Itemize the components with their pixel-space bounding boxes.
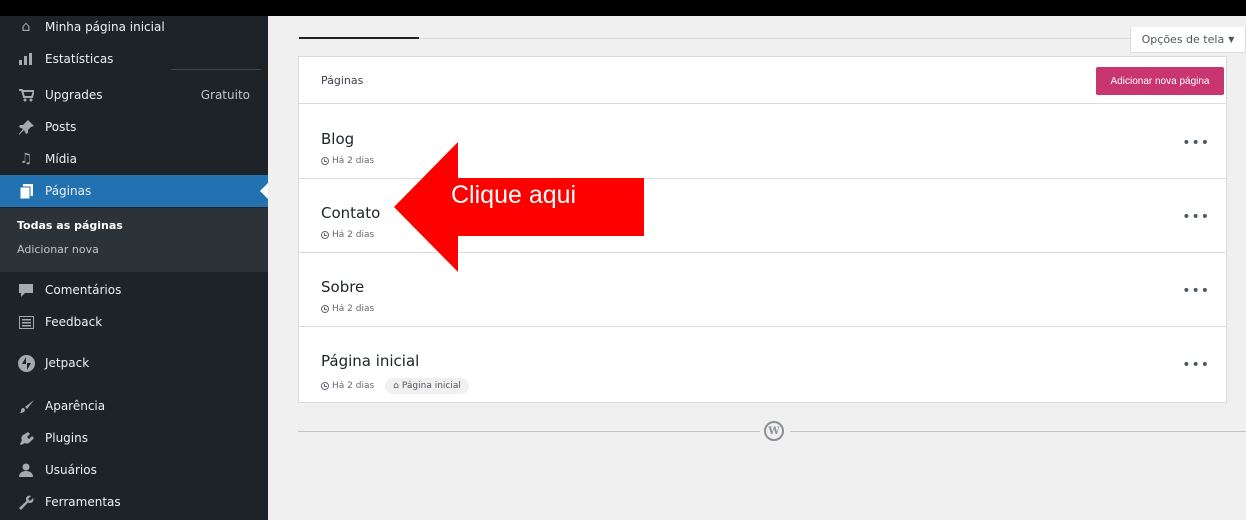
- screen-options-label: Opções de tela: [1141, 33, 1225, 46]
- page-meta: Há 2 dias ⌂ Página inicial: [321, 378, 469, 394]
- home-icon: ⌂: [21, 19, 31, 35]
- tabs-divider: [419, 38, 1246, 39]
- callout-arrow: Clique aqui: [394, 142, 644, 272]
- wordpress-logo-icon: W: [764, 421, 784, 441]
- chevron-down-icon: ▼: [1228, 35, 1235, 44]
- card-title: Páginas: [321, 74, 364, 87]
- submenu-add-new[interactable]: Adicionar nova: [17, 243, 99, 256]
- sidebar-item-label: Upgrades: [45, 88, 103, 102]
- sidebar-item-label: Posts: [45, 120, 77, 134]
- callout-text: Clique aqui: [451, 181, 577, 209]
- cart-icon: [17, 86, 35, 104]
- home-icon: ⌂: [393, 381, 399, 391]
- page-title[interactable]: Sobre: [321, 278, 364, 296]
- more-options-button[interactable]: •••: [1182, 357, 1210, 373]
- sidebar-item-stats[interactable]: Estatísticas: [0, 43, 268, 75]
- sidebar-item-label: Estatísticas: [45, 52, 114, 66]
- sidebar-separator: [171, 69, 261, 70]
- page-meta: Há 2 dias: [321, 230, 374, 240]
- pages-submenu: Todas as páginas Adicionar nova: [0, 208, 268, 272]
- sidebar-item-tools[interactable]: Ferramentas: [0, 486, 268, 518]
- comments-icon: [17, 281, 35, 299]
- page-date: Há 2 dias: [332, 304, 375, 314]
- more-options-button[interactable]: •••: [1182, 209, 1210, 225]
- page-title[interactable]: Contato: [321, 204, 380, 222]
- clock-icon: [321, 305, 329, 313]
- card-header: Páginas Adicionar nova página: [299, 57, 1226, 104]
- sidebar-item-label: Comentários: [45, 283, 122, 297]
- stats-icon: [17, 50, 35, 68]
- pin-icon: [17, 118, 35, 136]
- active-tab-indicator: [299, 37, 419, 39]
- sidebar-item-label: Jetpack: [45, 356, 90, 370]
- page-meta: Há 2 dias: [321, 156, 374, 166]
- sidebar-item-appearance[interactable]: Aparência: [0, 390, 268, 422]
- submenu-all-pages[interactable]: Todas as páginas: [17, 219, 123, 232]
- sidebar-item-jetpack[interactable]: Jetpack: [0, 347, 268, 379]
- sidebar-item-label: Feedback: [45, 315, 103, 329]
- clock-icon: [321, 382, 329, 390]
- screen-options-button[interactable]: Opções de tela ▼: [1130, 27, 1246, 53]
- more-options-button[interactable]: •••: [1182, 283, 1210, 299]
- footer-divider: [298, 431, 760, 432]
- sidebar-item-posts[interactable]: Posts: [0, 111, 268, 143]
- sidebar-item-label: Páginas: [45, 184, 92, 198]
- media-icon: ♫: [19, 151, 33, 167]
- user-icon: [17, 461, 35, 479]
- clock-icon: [321, 231, 329, 239]
- more-options-button[interactable]: •••: [1182, 135, 1210, 151]
- sidebar-item-label: Usuários: [45, 463, 97, 477]
- add-new-page-button[interactable]: Adicionar nova página: [1096, 67, 1224, 95]
- sidebar-item-label: Aparência: [45, 399, 106, 413]
- sidebar-item-label: Minha página inicial: [45, 20, 165, 34]
- page-meta: Há 2 dias: [321, 304, 374, 314]
- jetpack-icon: [17, 354, 35, 372]
- sidebar-item-media[interactable]: ♫ Mídia: [0, 143, 268, 175]
- plan-badge: Gratuito: [200, 88, 250, 102]
- sidebar-item-label: Mídia: [45, 152, 77, 166]
- sidebar-item-pages[interactable]: Páginas: [0, 175, 268, 207]
- pages-icon: [17, 182, 35, 200]
- sidebar-item-users[interactable]: Usuários: [0, 454, 268, 486]
- clock-icon: [321, 157, 329, 165]
- sidebar-item-feedback[interactable]: Feedback: [0, 306, 268, 338]
- sidebar-item-label: Plugins: [45, 431, 88, 445]
- homepage-badge: ⌂ Página inicial: [385, 378, 469, 394]
- homepage-badge-label: Página inicial: [401, 381, 461, 391]
- sidebar-item-upgrades[interactable]: Upgrades Gratuito: [0, 79, 268, 111]
- page-row[interactable]: Página inicial Há 2 dias ⌂ Página inicia…: [299, 327, 1226, 401]
- page-date: Há 2 dias: [332, 156, 375, 166]
- sidebar-item-label: Ferramentas: [45, 495, 121, 509]
- sidebar-item-comments[interactable]: Comentários: [0, 274, 268, 306]
- page-date: Há 2 dias: [332, 381, 375, 391]
- sidebar-item-plugins[interactable]: Plugins: [0, 422, 268, 454]
- admin-sidebar: ⌂ Minha página inicial Estatísticas Upgr…: [0, 16, 268, 520]
- plugin-icon: [17, 429, 35, 447]
- page-date: Há 2 dias: [332, 230, 375, 240]
- brush-icon: [17, 397, 35, 415]
- sidebar-item-home[interactable]: ⌂ Minha página inicial: [0, 11, 268, 43]
- wrench-icon: [17, 493, 35, 511]
- page-title[interactable]: Página inicial: [321, 352, 419, 370]
- feedback-icon: [17, 313, 35, 331]
- footer-divider: [790, 431, 1246, 432]
- page-title[interactable]: Blog: [321, 130, 354, 148]
